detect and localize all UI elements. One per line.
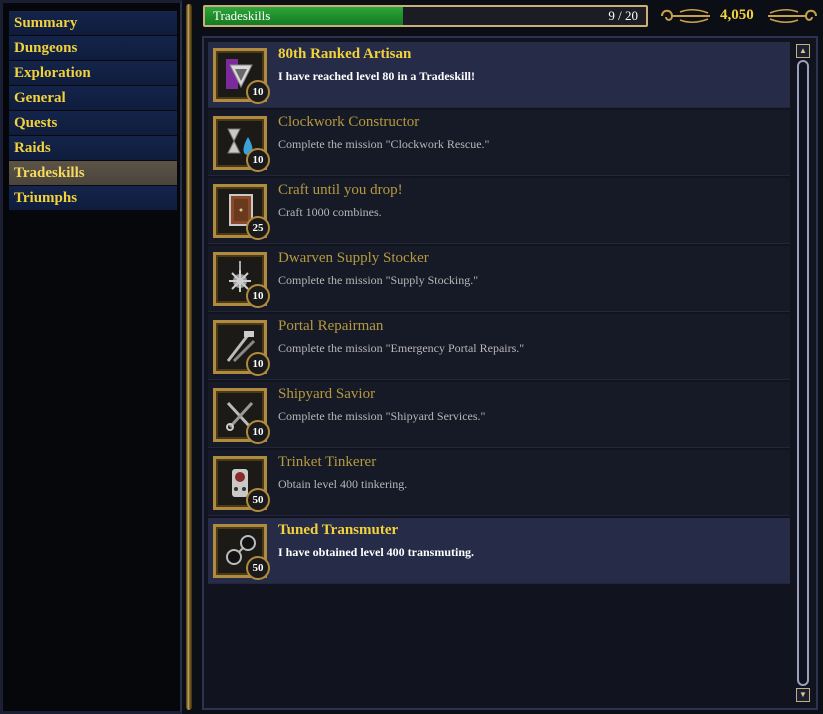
category-summary[interactable]: Summary	[9, 11, 177, 36]
achievement-row[interactable]: 50 Tuned Transmuter I have obtained leve…	[208, 518, 790, 584]
achievement-title: 80th Ranked Artisan	[278, 46, 412, 62]
achievement-title: Tuned Transmuter	[278, 522, 399, 538]
achievement-title: Clockwork Constructor	[278, 114, 420, 130]
category-panel: Summary Dungeons Exploration General Que…	[0, 0, 182, 714]
points-badge: 25	[246, 216, 270, 240]
left-scroll-ornament-icon	[660, 7, 712, 28]
category-tradeskills[interactable]: Tradeskills	[9, 161, 177, 186]
points-badge: 10	[246, 80, 270, 104]
achievement-title: Shipyard Savior	[278, 386, 376, 402]
right-scroll-ornament-icon	[766, 7, 818, 28]
points-badge: 10	[246, 284, 270, 308]
achievement-description: I have reached level 80 in a Tradeskill!	[278, 69, 475, 83]
category-dungeons[interactable]: Dungeons	[9, 36, 177, 61]
achievement-description: Complete the mission "Emergency Portal R…	[278, 341, 525, 355]
achievement-list-panel: 10 80th Ranked Artisan I have reached le…	[202, 36, 818, 710]
achievement-title: Craft until you drop!	[278, 182, 403, 198]
achievement-description: Complete the mission "Supply Stocking."	[278, 273, 479, 287]
panel-divider[interactable]	[186, 4, 192, 710]
category-list: Summary Dungeons Exploration General Que…	[9, 11, 177, 211]
achievement-description: I have obtained level 400 transmuting.	[278, 545, 475, 559]
achievement-row[interactable]: 10 Portal Repairman Complete the mission…	[208, 314, 790, 380]
achievement-row[interactable]: 50 Trinket Tinkerer Obtain level 400 tin…	[208, 450, 790, 516]
category-progress-bar: Tradeskills 9 / 20	[203, 5, 648, 27]
category-general[interactable]: General	[9, 86, 177, 111]
achievement-row[interactable]: 10 Shipyard Savior Complete the mission …	[208, 382, 790, 448]
points-badge: 50	[246, 488, 270, 512]
list-scrollbar[interactable]: ▲ ▼	[794, 42, 812, 704]
achievement-title: Dwarven Supply Stocker	[278, 250, 429, 266]
achievement-title: Portal Repairman	[278, 318, 384, 334]
achievement-description: Craft 1000 combines.	[278, 205, 382, 219]
achievement-description: Obtain level 400 tinkering.	[278, 477, 408, 491]
achievement-title: Trinket Tinkerer	[278, 454, 377, 470]
points-badge: 10	[246, 420, 270, 444]
achievement-list: 10 80th Ranked Artisan I have reached le…	[208, 42, 790, 586]
achievement-points-display: 4,050	[656, 2, 820, 30]
achievement-description: Complete the mission "Clockwork Rescue."	[278, 137, 490, 151]
progress-category-label: Tradeskills	[213, 8, 271, 23]
achievement-description: Complete the mission "Shipyard Services.…	[278, 409, 486, 423]
category-exploration[interactable]: Exploration	[9, 61, 177, 86]
scroll-up-button[interactable]: ▲	[796, 44, 810, 58]
scroll-track[interactable]	[797, 60, 809, 686]
category-raids[interactable]: Raids	[9, 136, 177, 161]
progress-count: 9 / 20	[608, 8, 638, 23]
points-badge: 50	[246, 556, 270, 580]
scroll-down-button[interactable]: ▼	[796, 688, 810, 702]
achievement-row[interactable]: 25 Craft until you drop! Craft 1000 comb…	[208, 178, 790, 244]
achievement-row[interactable]: 10 80th Ranked Artisan I have reached le…	[208, 42, 790, 108]
category-quests[interactable]: Quests	[9, 111, 177, 136]
category-triumphs[interactable]: Triumphs	[9, 186, 177, 211]
achievement-row[interactable]: 10 Dwarven Supply Stocker Complete the m…	[208, 246, 790, 312]
achievement-row[interactable]: 10 Clockwork Constructor Complete the mi…	[208, 110, 790, 176]
points-badge: 10	[246, 148, 270, 172]
points-badge: 10	[246, 352, 270, 376]
achievement-points-value: 4,050	[720, 7, 754, 23]
